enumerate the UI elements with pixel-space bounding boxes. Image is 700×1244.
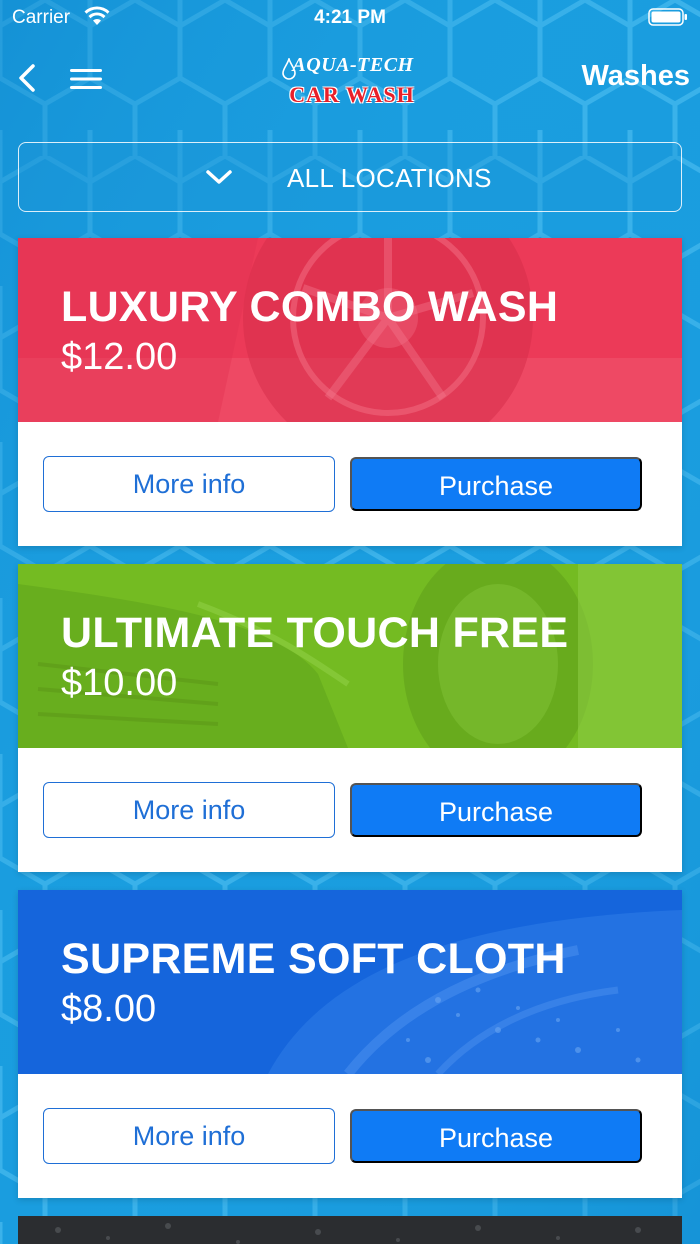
dark-car-image <box>18 1216 682 1244</box>
logo-bottom-text: CAR WASH <box>289 82 415 107</box>
chevron-down-icon <box>206 170 232 184</box>
page-title: Washes <box>581 60 690 92</box>
wash-card-luxury-combo: LUXURY COMBO WASH $12.00 More info Purch… <box>18 238 682 546</box>
wash-card-partial <box>18 1216 682 1244</box>
wash-card-supreme-soft-cloth: SUPREME SOFT CLOTH $8.00 More info Purch… <box>18 890 682 1198</box>
more-info-button[interactable]: More info <box>43 782 335 838</box>
status-bar: Carrier 4:21 PM <box>0 0 700 38</box>
location-label: ALL LOCATIONS <box>287 163 492 193</box>
wash-banner: ULTIMATE TOUCH FREE $10.00 <box>18 564 682 748</box>
logo-top-text: AQUA-TECH <box>292 54 414 76</box>
purchase-button[interactable]: Purchase <box>350 1109 642 1163</box>
chevron-left-icon[interactable] <box>14 62 42 94</box>
hamburger-menu-icon[interactable] <box>70 68 102 90</box>
status-time: 4:21 PM <box>314 7 386 28</box>
wash-price: $12.00 <box>61 336 178 378</box>
wash-price: $10.00 <box>61 662 178 704</box>
battery-icon <box>648 8 687 26</box>
wash-banner: LUXURY COMBO WASH $12.00 <box>18 238 682 422</box>
app-logo: AQUA-TECH CAR WASH <box>270 52 435 112</box>
nav-bar: AQUA-TECH CAR WASH Washes <box>0 40 700 120</box>
wash-price: $8.00 <box>61 988 157 1030</box>
purchase-button[interactable]: Purchase <box>350 783 642 837</box>
more-info-button[interactable]: More info <box>43 456 335 512</box>
wash-title: SUPREME SOFT CLOTH <box>61 935 566 983</box>
more-info-button[interactable]: More info <box>43 1108 335 1164</box>
wash-card-ultimate-touch-free: ULTIMATE TOUCH FREE $10.00 More info Pur… <box>18 564 682 872</box>
wash-title: LUXURY COMBO WASH <box>61 283 559 331</box>
purchase-button[interactable]: Purchase <box>350 457 642 511</box>
location-selector[interactable]: ALL LOCATIONS <box>18 142 682 212</box>
wash-banner: SUPREME SOFT CLOTH $8.00 <box>18 890 682 1074</box>
wash-title: ULTIMATE TOUCH FREE <box>61 609 569 657</box>
